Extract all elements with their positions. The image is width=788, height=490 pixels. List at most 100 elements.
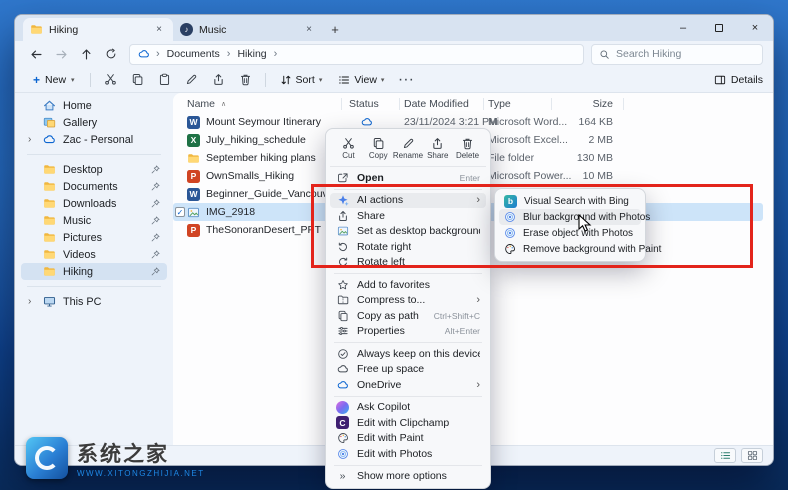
close-tab-icon[interactable]: × <box>302 24 316 35</box>
cut-button[interactable]: Cut <box>334 135 363 162</box>
folder-icon <box>43 231 56 244</box>
details-pane-button[interactable]: Details <box>714 74 763 86</box>
column-header-status[interactable]: Status <box>349 95 379 113</box>
sidebar-item-hiking[interactable]: Hiking <box>21 263 167 280</box>
delete-icon <box>461 137 474 150</box>
tab-label: Music <box>199 24 226 36</box>
menu-item-rotate-right[interactable]: Rotate right <box>330 239 486 255</box>
delete-button[interactable]: Delete <box>453 135 482 162</box>
menu-item-ai-actions[interactable]: AI actions› <box>330 193 486 209</box>
menu-item-open[interactable]: OpenEnter <box>330 170 486 186</box>
rename-button[interactable]: Rename <box>394 135 423 162</box>
tab-hiking[interactable]: Hiking × <box>23 18 173 41</box>
menu-item-edit-with-clipchamp[interactable]: CEdit with Clipchamp <box>330 415 486 431</box>
chevron-down-icon: ▾ <box>381 76 385 84</box>
menu-item-rotate-left[interactable]: Rotate left <box>330 255 486 271</box>
maximize-button[interactable] <box>701 15 737 41</box>
search-input[interactable] <box>616 48 755 60</box>
new-button[interactable]: + New ▾ <box>25 69 83 91</box>
rename-icon <box>185 73 198 86</box>
search-box[interactable] <box>591 44 763 65</box>
photos-icon <box>504 227 516 239</box>
menu-item-share[interactable]: Share <box>330 208 486 224</box>
sidebar-item-videos[interactable]: Videos <box>21 246 167 263</box>
pin-icon <box>150 249 161 260</box>
submenu-item-visual-search-bing[interactable]: bVisual Search with Bing <box>499 193 641 209</box>
close-button[interactable]: × <box>737 15 773 41</box>
cut-button[interactable] <box>98 69 123 91</box>
more-options-button[interactable]: ··· <box>393 69 418 91</box>
watermark-text: 系统之家 WWW.XITONGZHIJIA.NET <box>77 438 205 478</box>
grid-view-icon <box>747 450 758 461</box>
delete-button[interactable] <box>233 69 258 91</box>
sidebar-item-documents[interactable]: Documents <box>21 178 167 195</box>
up-button[interactable] <box>75 43 97 65</box>
zip-icon <box>337 294 349 306</box>
watermark: 系统之家 WWW.XITONGZHIJIA.NET <box>26 437 205 479</box>
breadcrumb[interactable]: › Documents › Hiking › <box>129 44 584 65</box>
sidebar-item-onedrive[interactable]: › Zac - Personal <box>21 131 167 148</box>
back-button[interactable] <box>25 43 47 65</box>
column-header-date-modified[interactable]: Date Modified <box>404 95 469 113</box>
sidebar-item-music[interactable]: Music <box>21 212 167 229</box>
sidebar-item-label: Home <box>63 100 92 112</box>
chevron-right-icon[interactable]: › <box>28 296 31 307</box>
column-header-type[interactable]: Type <box>488 95 511 113</box>
watermark-logo-icon <box>26 437 68 479</box>
pin-icon <box>150 198 161 209</box>
menu-item-free-up-space[interactable]: Free up space <box>330 362 486 378</box>
copy-button[interactable] <box>125 69 150 91</box>
paint-icon <box>337 432 349 444</box>
chevron-right-icon[interactable]: › <box>28 134 31 145</box>
menu-item-onedrive[interactable]: OneDrive› <box>330 377 486 393</box>
sidebar-item-downloads[interactable]: Downloads <box>21 195 167 212</box>
tab-music[interactable]: ♪ Music × <box>173 18 323 41</box>
view-button[interactable]: View ▾ <box>331 69 391 91</box>
refresh-button[interactable] <box>100 43 122 65</box>
paste-button[interactable] <box>152 69 177 91</box>
column-header-size[interactable]: Size <box>579 95 613 113</box>
share-icon <box>212 73 225 86</box>
menu-item-add-to-favorites[interactable]: Add to favorites <box>330 277 486 293</box>
submenu-item-remove-background-paint[interactable]: Remove background with Paint <box>499 241 641 257</box>
breadcrumb-hiking[interactable]: Hiking <box>236 48 267 60</box>
thumbnail-view-toggle[interactable] <box>741 448 763 463</box>
minimize-button[interactable]: – <box>665 15 701 41</box>
sort-label: Sort <box>296 74 315 86</box>
menu-item-copy-as-path[interactable]: Copy as pathCtrl+Shift+C <box>330 308 486 324</box>
menu-item-ask-copilot[interactable]: Ask Copilot <box>330 400 486 416</box>
submenu-item-erase-object-photos[interactable]: Erase object with Photos <box>499 225 641 241</box>
submenu-item-blur-background-photos[interactable]: Blur background with Photos <box>499 209 641 225</box>
menu-item-set-as-desktop-background[interactable]: Set as desktop background <box>330 224 486 240</box>
rotate-left-icon <box>337 256 349 268</box>
menu-item-compress-to[interactable]: Compress to...› <box>330 293 486 309</box>
sidebar-item-this-pc[interactable]: › This PC <box>21 293 167 310</box>
share-button[interactable]: Share <box>423 135 452 162</box>
sort-button[interactable]: Sort ▾ <box>273 69 330 91</box>
menu-item-always-keep-on-device[interactable]: Always keep on this device <box>330 346 486 362</box>
forward-icon <box>55 48 68 61</box>
menu-item-properties[interactable]: PropertiesAlt+Enter <box>330 324 486 340</box>
forward-button[interactable] <box>50 43 72 65</box>
share-button[interactable] <box>206 69 231 91</box>
new-tab-button[interactable]: + <box>323 18 347 41</box>
close-tab-icon[interactable]: × <box>152 24 166 35</box>
rename-button[interactable] <box>179 69 204 91</box>
row-checkbox[interactable]: ✓ <box>175 207 185 217</box>
sidebar-item-home[interactable]: Home <box>21 97 167 114</box>
menu-item-edit-with-paint[interactable]: Edit with Paint <box>330 431 486 447</box>
mouse-cursor <box>578 214 592 234</box>
watermark-title: 系统之家 <box>77 438 205 468</box>
column-header-name[interactable]: Name∧ <box>187 95 345 113</box>
details-view-toggle[interactable] <box>714 448 736 463</box>
breadcrumb-documents[interactable]: Documents <box>166 48 221 60</box>
menu-item-edit-with-photos[interactable]: Edit with Photos <box>330 446 486 462</box>
sidebar-item-gallery[interactable]: Gallery <box>21 114 167 131</box>
sidebar-item-desktop[interactable]: Desktop <box>21 161 167 178</box>
menu-item-show-more-options[interactable]: »Show more options <box>330 469 486 485</box>
chevron-down-icon: ▾ <box>319 76 323 84</box>
sidebar-item-pictures[interactable]: Pictures <box>21 229 167 246</box>
copy-button[interactable]: Copy <box>364 135 393 162</box>
sidebar-item-label: Documents <box>63 181 118 193</box>
watermark-subtitle: WWW.XITONGZHIJIA.NET <box>77 469 205 478</box>
